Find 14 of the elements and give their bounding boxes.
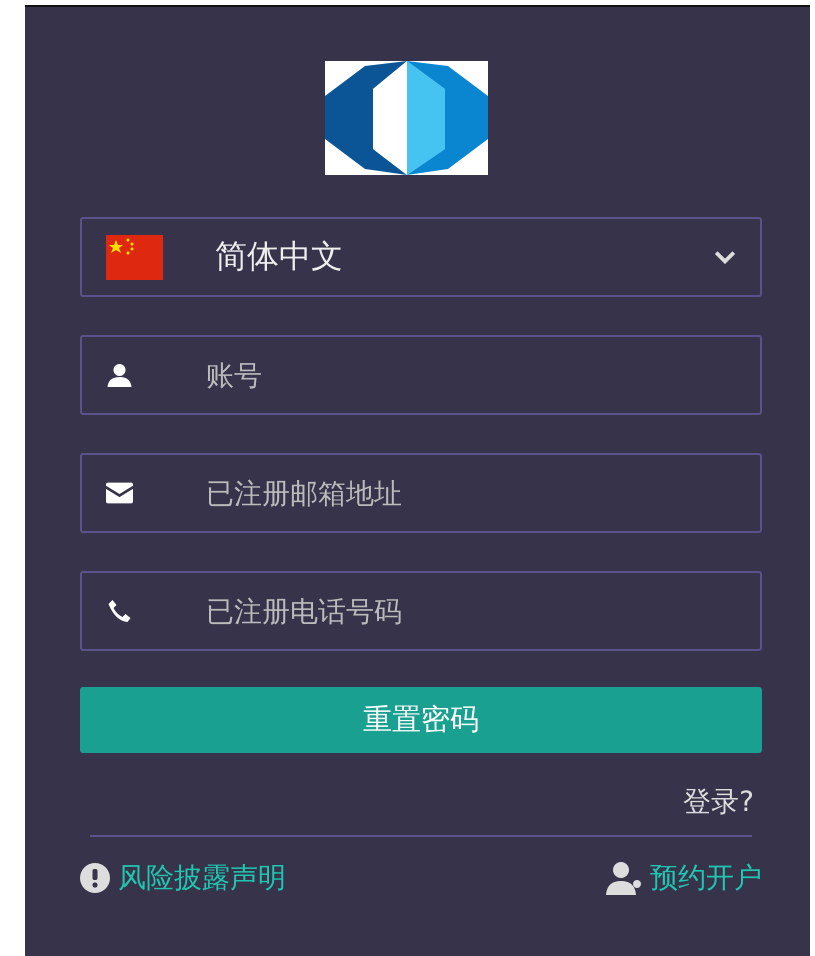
logo-icon	[324, 61, 488, 175]
add-user-icon	[604, 861, 642, 895]
footer-link[interactable]: 预约开户	[604, 859, 762, 897]
language-value: 简体中文	[215, 236, 344, 277]
input-field[interactable]: 已注册电话号码	[80, 571, 762, 651]
footer-link[interactable]: 风险披露声明	[80, 859, 286, 897]
chevron-down-icon	[714, 250, 736, 264]
input-field[interactable]: 账号	[80, 335, 762, 415]
reset-password-button[interactable]: 重置密码	[80, 687, 762, 753]
input-field[interactable]: 已注册邮箱地址	[80, 453, 762, 533]
flag-icon	[106, 234, 163, 280]
login-link[interactable]: 登录?	[683, 783, 754, 821]
warning-icon	[80, 863, 110, 893]
language-select[interactable]: 简体中文	[80, 217, 762, 297]
